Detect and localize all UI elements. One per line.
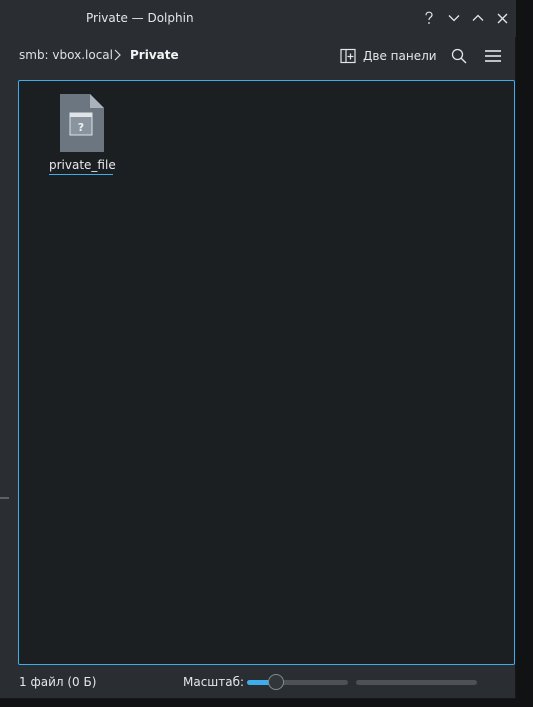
title-bar[interactable]: Private — Dolphin [0, 0, 516, 37]
file-item[interactable]: ? private_file [47, 93, 117, 177]
question-mark-icon [425, 11, 433, 24]
minimize-button[interactable] [444, 8, 464, 28]
toolbar: smb: vbox.local Private Две панели [0, 37, 516, 75]
close-icon [497, 13, 507, 23]
hamburger-menu-icon [485, 50, 501, 62]
dolphin-window: Private — Dolphin smb: vbox.local Privat… [0, 0, 516, 699]
status-info: 1 файл (0 Б) [19, 675, 97, 689]
unknown-file-icon: ? [60, 94, 104, 152]
file-name: private_file [49, 158, 116, 172]
search-icon [451, 48, 467, 64]
chevron-right-icon [114, 49, 121, 61]
breadcrumb-item-root[interactable]: smb: vbox.local [19, 48, 113, 62]
file-view[interactable]: ? private_file [18, 80, 515, 665]
zoom-slider[interactable] [247, 674, 348, 690]
split-view-button[interactable]: Две панели [340, 46, 437, 66]
help-button[interactable] [419, 8, 439, 28]
split-view-label: Две панели [363, 49, 437, 63]
svg-text:?: ? [78, 121, 84, 134]
search-button[interactable] [449, 46, 469, 66]
menu-button[interactable] [483, 46, 503, 66]
chevron-up-icon [472, 14, 484, 21]
zoom-label: Масштаб: [183, 675, 245, 689]
panel-resize-handle[interactable] [0, 497, 9, 499]
maximize-button[interactable] [468, 8, 488, 28]
zoom-slider-handle[interactable] [268, 674, 285, 690]
status-bar: 1 файл (0 Б) Масштаб: [0, 668, 516, 696]
split-view-icon [340, 48, 356, 64]
close-button[interactable] [492, 8, 512, 28]
file-focus-underline [49, 174, 113, 175]
free-space-bar [356, 680, 477, 685]
chevron-down-icon [448, 15, 460, 22]
window-title: Private — Dolphin [86, 11, 194, 25]
breadcrumb-item-current[interactable]: Private [130, 48, 179, 62]
